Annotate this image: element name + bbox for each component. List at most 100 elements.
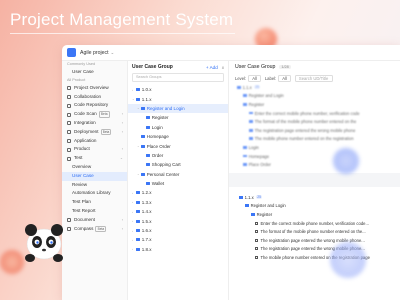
chevron-down-icon[interactable]: ⌄ <box>120 154 123 163</box>
sidebar-subitem-user-case[interactable]: User Case <box>62 171 127 181</box>
sidebar-item-collaboration[interactable]: Collaboration <box>62 93 127 102</box>
case-row[interactable]: Enter the correct mobile phone number, v… <box>229 109 400 118</box>
sidebar-subitem-overview[interactable]: Overview <box>62 163 127 172</box>
case-row[interactable]: The mobile phone number entered on the r… <box>229 135 400 144</box>
sidebar-subitem-test-plan[interactable]: Test Plan <box>62 198 127 207</box>
sidebar-item-project-overview[interactable]: Project Overview <box>62 84 127 93</box>
folder-icon <box>146 153 150 157</box>
chevron-down-icon[interactable]: ⌄ <box>111 50 115 56</box>
sidebar-item-test[interactable]: Test ⌄ <box>62 154 127 163</box>
tree-node[interactable]: Wallet <box>128 179 228 188</box>
case-row[interactable]: The registration page entered the wrong … <box>229 245 400 254</box>
sidebar-item-code-repository[interactable]: Code Repository <box>62 101 127 110</box>
sidebar: Commonly Used User Case All Product Project… <box>62 61 128 300</box>
tree-node[interactable]: ⌄ Personal Center <box>128 170 228 179</box>
tree-node[interactable]: Register <box>128 113 228 122</box>
tree-node-label: 1.8.x <box>141 246 152 252</box>
project-switcher[interactable]: Agile project <box>80 50 109 56</box>
case-row[interactable]: The mobile phone number entered on the r… <box>229 253 400 262</box>
chevron-right-icon[interactable]: › <box>122 128 123 137</box>
case-count-pill: 25 <box>255 195 263 200</box>
sidebar-subitem-test-report[interactable]: Test Report <box>62 207 127 216</box>
sidebar-item-code-scan[interactable]: Code Scan Beta › <box>62 110 127 119</box>
folder-icon <box>249 137 253 141</box>
tree-node[interactable]: › 1.5.x <box>128 216 228 225</box>
sidebar-item-label: Code Scan <box>74 111 97 117</box>
folder-icon <box>239 195 243 199</box>
case-row[interactable]: The registration page entered the wrong … <box>229 126 400 135</box>
module-icon <box>67 112 71 117</box>
add-group-button[interactable]: + Add <box>206 65 218 70</box>
sidebar-item-label: Application <box>74 137 97 143</box>
case-row[interactable]: Homepage <box>229 152 400 161</box>
tree-node[interactable]: ⌄ Place Order <box>128 141 228 150</box>
folder-icon <box>249 111 253 115</box>
level-filter-select[interactable]: All <box>248 74 261 82</box>
sidebar-subitem-review[interactable]: Review <box>62 181 127 190</box>
case-row-label: Place Order <box>248 162 271 168</box>
case-row[interactable]: Enter the correct mobile phone number, v… <box>229 219 400 228</box>
sidebar-item-document[interactable]: Document › <box>62 216 127 225</box>
group-count: 8 <box>221 64 224 70</box>
folder-icon <box>243 103 247 106</box>
banner-underline <box>10 33 235 34</box>
sidebar-item-application[interactable]: Application <box>62 137 127 146</box>
tree-node[interactable]: Shopping Cart <box>128 160 228 169</box>
tree-node[interactable]: › 1.4.x <box>128 207 228 216</box>
module-icon <box>67 147 71 152</box>
chevron-right-icon[interactable]: › <box>122 216 123 225</box>
case-row[interactable]: The registration page entered the wrong … <box>229 236 400 245</box>
label-filter-select[interactable]: All <box>278 74 291 82</box>
beta-badge: Beta <box>98 111 110 118</box>
sidebar-item-compass[interactable]: Compass Beta › <box>62 225 127 234</box>
case-search-input[interactable]: Search UD/Title <box>294 74 333 82</box>
case-row[interactable]: Login <box>229 143 400 152</box>
tree-node[interactable]: Login <box>128 123 228 132</box>
case-row[interactable]: Place Order <box>229 160 400 169</box>
tree-node[interactable]: › 1.8.x <box>128 245 228 254</box>
detail-header: User Case Group 1/28 <box>229 61 400 73</box>
folder-icon <box>141 135 145 139</box>
tree-node[interactable]: › 1.3.x <box>128 198 228 207</box>
tree-node-label: Wallet <box>151 181 165 187</box>
folder-icon <box>243 146 247 149</box>
tree-node[interactable]: Homepage <box>128 132 228 141</box>
sidebar-subitem-automation-library[interactable]: Automation Library <box>62 189 127 198</box>
tree-node[interactable]: › 1.6.x <box>128 226 228 235</box>
case-row[interactable]: Register <box>229 100 400 109</box>
case-row[interactable]: The format of the mobile phone number en… <box>229 227 400 236</box>
case-row-label: Register and Login <box>250 203 286 209</box>
case-row[interactable]: The format of the mobile phone number en… <box>229 117 400 126</box>
sidebar-item-label: Deployment <box>74 128 99 134</box>
tree-node-label: Register and Login <box>146 105 185 111</box>
tree-node[interactable]: Order <box>128 151 228 160</box>
chevron-right-icon[interactable]: › <box>122 225 123 234</box>
case-row[interactable]: Register <box>229 210 400 219</box>
tree-node-label: Order <box>151 152 164 158</box>
case-list-blurred: 1.1.x 25 Register and Login Register Enter t… <box>229 83 400 169</box>
chevron-right-icon[interactable]: › <box>122 145 123 154</box>
sidebar-item-common[interactable]: User Case <box>62 68 127 77</box>
tree-node[interactable]: › 1.7.x <box>128 235 228 244</box>
test-case-icon <box>255 238 258 242</box>
case-row[interactable]: 1.1.x 25 <box>229 193 400 202</box>
sidebar-item-label: User Case <box>72 69 94 74</box>
folder-icon <box>243 163 247 167</box>
case-row[interactable]: Register and Login <box>229 202 400 211</box>
case-row[interactable]: Register and Login <box>229 92 400 101</box>
sidebar-item-product[interactable]: Product › <box>62 145 127 154</box>
tree-node[interactable]: › 1.0.x <box>128 85 228 94</box>
tree-node[interactable]: ⌄ 1.1.x <box>128 94 228 103</box>
chevron-right-icon[interactable]: › <box>122 110 123 119</box>
sidebar-item-deployment[interactable]: Deployment Beta › <box>62 128 127 137</box>
tree-node-label: Place Order <box>146 143 171 149</box>
tree-node[interactable]: ⌄ Register and Login <box>128 103 228 114</box>
module-icon <box>67 121 71 126</box>
group-search-input[interactable]: Search Groups <box>132 73 224 82</box>
case-row[interactable]: 1.1.x 25 <box>229 83 400 92</box>
sidebar-item-label: Test Report <box>72 207 96 213</box>
chevron-right-icon[interactable]: › <box>122 119 123 128</box>
tree-node[interactable]: › 1.2.x <box>128 188 228 197</box>
sidebar-item-integration[interactable]: Integration › <box>62 119 127 128</box>
detail-title: User Case Group <box>235 64 276 70</box>
